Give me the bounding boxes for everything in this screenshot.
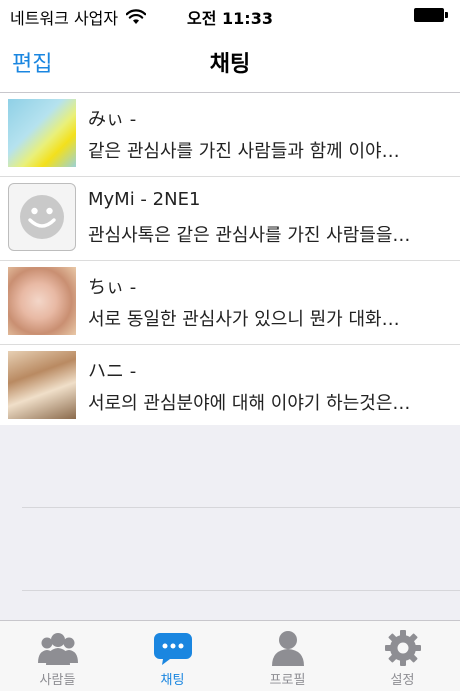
- chat-preview: 서로 동일한 관심사가 있으니 뭔가 대화…: [88, 309, 400, 330]
- clock: 오전 11:33: [187, 9, 273, 28]
- navigation-bar: 편집 채팅: [0, 30, 460, 93]
- battery-icon: [414, 8, 450, 24]
- divider: [22, 590, 460, 591]
- tab-label: 설정: [390, 673, 415, 688]
- status-bar: 네트워크 사업자 오전 11:33: [0, 0, 460, 30]
- chat-row[interactable]: ちぃ - 서로 동일한 관심사가 있으니 뭔가 대화…: [0, 261, 460, 345]
- chat-row[interactable]: MyMi - 2NE1 관심사톡은 같은 관심사를 가진 사람들을…: [0, 177, 460, 261]
- smiley-icon: [20, 195, 64, 239]
- avatar: [8, 99, 76, 167]
- tab-people[interactable]: 사람들: [0, 621, 115, 691]
- tab-label: 채팅: [160, 673, 185, 688]
- tab-bar: 사람들 채팅 프로필 설정: [0, 620, 460, 691]
- avatar: [8, 267, 76, 335]
- chat-name: ハニ -: [88, 361, 137, 382]
- tab-chat[interactable]: 채팅: [115, 621, 230, 691]
- tab-profile[interactable]: 프로필: [230, 621, 345, 691]
- gear-icon: [384, 630, 421, 666]
- page-title: 채팅: [209, 52, 251, 77]
- tab-label: 프로필: [269, 673, 306, 688]
- chat-bubble-icon: [153, 633, 192, 665]
- chat-list: みぃ - 같은 관심사를 가진 사람들과 함께 이야… MyMi - 2NE1 …: [0, 93, 460, 429]
- avatar: [8, 183, 76, 251]
- chat-preview: 같은 관심사를 가진 사람들과 함께 이야…: [88, 141, 400, 162]
- chat-preview: 관심사톡은 같은 관심사를 가진 사람들을…: [88, 225, 411, 246]
- profile-icon: [271, 631, 304, 666]
- tab-settings[interactable]: 설정: [345, 621, 460, 691]
- chat-name: MyMi - 2NE1: [88, 189, 201, 210]
- divider: [22, 507, 460, 508]
- empty-list-area: [0, 425, 460, 620]
- chat-row[interactable]: みぃ - 같은 관심사를 가진 사람들과 함께 이야…: [0, 93, 460, 177]
- tab-label: 사람들: [39, 673, 76, 688]
- people-icon: [37, 633, 78, 665]
- chat-name: ちぃ -: [88, 277, 137, 298]
- chat-preview: 서로의 관심분야에 대해 이야기 하는것은…: [88, 393, 411, 414]
- chat-row[interactable]: ハニ - 서로의 관심분야에 대해 이야기 하는것은…: [0, 345, 460, 429]
- avatar: [8, 351, 76, 419]
- chat-name: みぃ -: [88, 109, 137, 130]
